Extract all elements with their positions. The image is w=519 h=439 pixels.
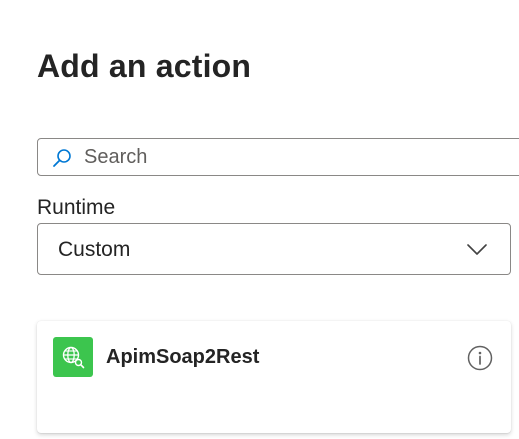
page-title: Add an action: [37, 48, 252, 84]
info-icon[interactable]: [467, 345, 493, 371]
action-name: ApimSoap2Rest: [106, 346, 260, 368]
search-icon: [53, 149, 71, 167]
add-action-panel: Add an action Runtime Custom ApimSoap2: [0, 0, 519, 439]
runtime-selected-value: Custom: [58, 238, 131, 261]
search-input[interactable]: [84, 139, 514, 175]
globe-connector-icon: [53, 337, 93, 377]
action-card-apimsoap2rest[interactable]: ApimSoap2Rest: [37, 321, 511, 433]
runtime-dropdown[interactable]: Custom: [37, 223, 511, 275]
runtime-label: Runtime: [37, 196, 116, 219]
search-box[interactable]: [37, 138, 519, 176]
chevron-down-icon: [467, 244, 487, 255]
